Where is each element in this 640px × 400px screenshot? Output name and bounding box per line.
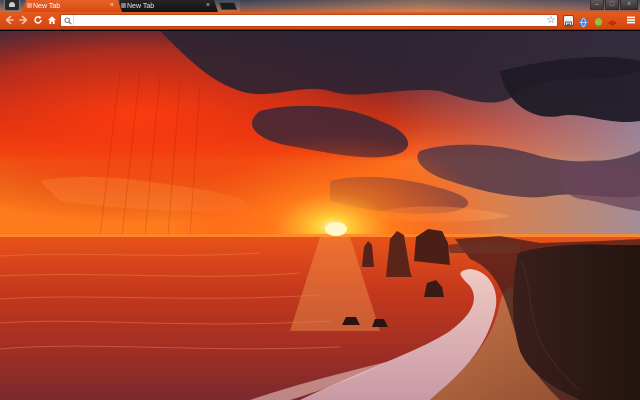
tab-new-tab-inactive[interactable]: New Tab × <box>116 0 218 12</box>
bookmark-star-icon[interactable]: ☆ <box>545 15 557 26</box>
back-arrow-icon[interactable] <box>3 14 15 26</box>
profile-avatar-icon[interactable] <box>4 0 20 11</box>
maximize-button[interactable]: □ <box>605 0 619 10</box>
tab-strip: New Tab × New Tab × – □ × <box>0 0 640 12</box>
tab-new-tab-active[interactable]: New Tab × <box>22 0 122 12</box>
android-extension-icon[interactable] <box>593 15 604 28</box>
omnibox[interactable]: ☆ <box>60 14 558 27</box>
new-tab-page <box>0 31 640 400</box>
tab-favicon-icon <box>27 3 32 8</box>
window-controls: – □ × <box>590 0 638 10</box>
red-extension-icon[interactable] <box>607 15 618 26</box>
close-window-button[interactable]: × <box>620 0 638 10</box>
sunset-background-image <box>0 31 640 400</box>
globe-extension-icon[interactable] <box>578 15 589 28</box>
tab-close-icon[interactable]: × <box>110 1 114 11</box>
tab-title: New Tab <box>127 2 155 10</box>
forward-arrow-icon[interactable] <box>18 14 30 26</box>
minimize-button[interactable]: – <box>590 0 604 10</box>
page-action-icon[interactable] <box>563 15 574 28</box>
menu-icon[interactable] <box>625 14 637 26</box>
omnibox-input[interactable] <box>74 15 545 26</box>
reload-icon[interactable] <box>32 14 44 26</box>
home-icon[interactable] <box>46 14 58 26</box>
tab-title: New Tab <box>33 2 61 10</box>
tab-favicon-icon <box>121 3 126 8</box>
search-icon <box>62 15 74 26</box>
browser-toolbar: ☆ <box>0 12 640 30</box>
tab-close-icon[interactable]: × <box>206 1 210 11</box>
new-tab-button[interactable] <box>218 2 238 10</box>
